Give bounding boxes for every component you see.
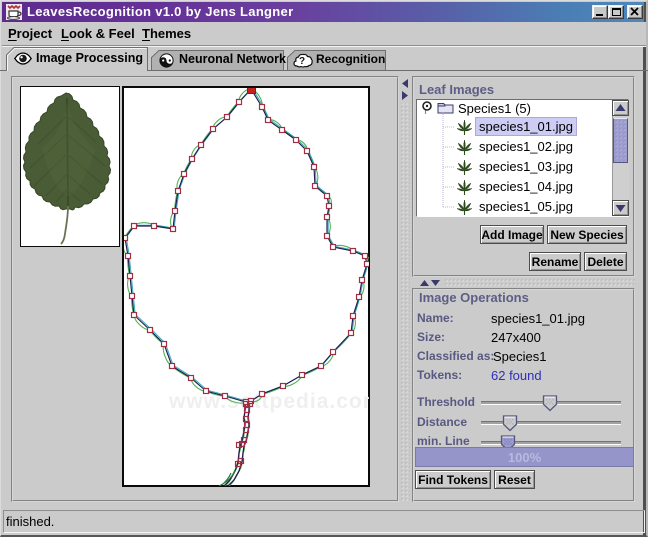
svg-text:www.sottpedia.com: www.sottpedia.com [168,390,369,413]
svg-text:?: ? [299,56,305,67]
